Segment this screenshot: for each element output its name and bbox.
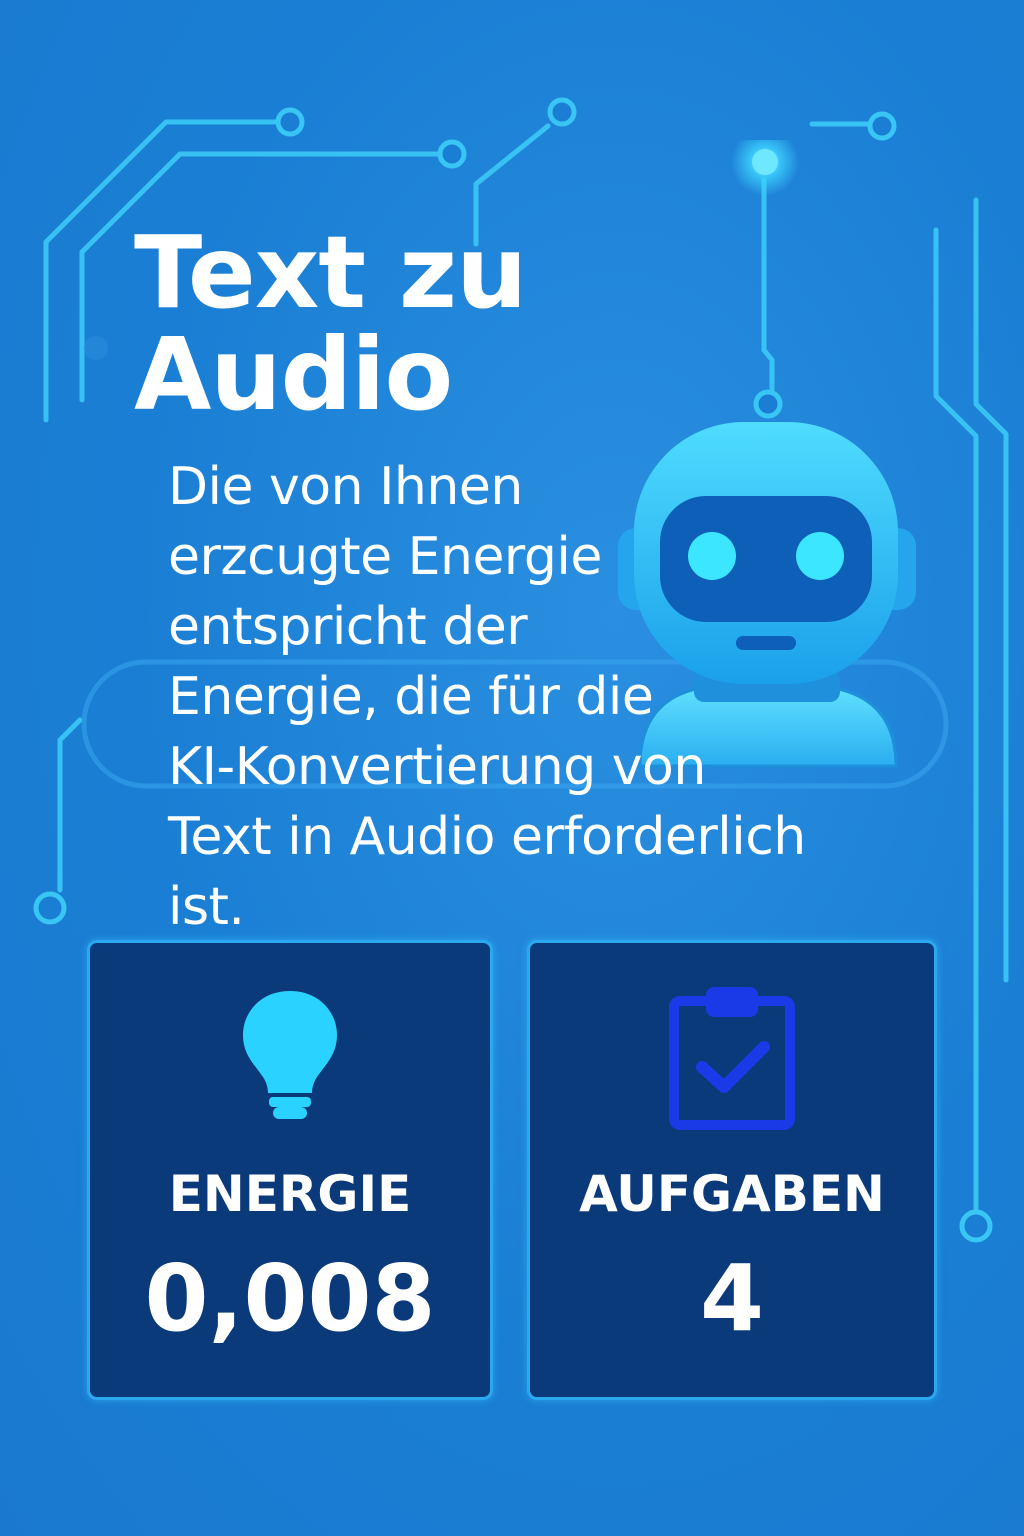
- page-title-line-2: Audio: [134, 316, 453, 433]
- clipboard-check-icon: [669, 987, 795, 1130]
- tasks-label: AUFGABEN: [579, 1165, 885, 1223]
- energy-label: ENERGIE: [168, 1165, 412, 1223]
- description-text: Die von Ihnen erzcugte Energie entsprich…: [168, 452, 868, 942]
- description-line: KI-Konvertierung von: [168, 737, 706, 797]
- description-line: entspricht der: [168, 597, 528, 657]
- tasks-card: AUFGABEN 4: [527, 940, 937, 1400]
- description-line: Die von Ihnen: [168, 457, 523, 517]
- description-line: Text in Audio erforderlich: [168, 807, 806, 867]
- page-title: Text zu Audio: [134, 222, 654, 426]
- description-line: Energie, die für die: [168, 667, 654, 727]
- lightbulb-icon: [243, 991, 337, 1119]
- energy-value: 0,008: [144, 1245, 436, 1352]
- energy-card: ENERGIE 0,008: [87, 940, 493, 1400]
- tasks-value: 4: [699, 1245, 764, 1352]
- description-line: ist.: [168, 877, 245, 937]
- page-title-line-1: Text zu: [134, 214, 527, 331]
- description-line: erzcugte Energie: [168, 527, 602, 587]
